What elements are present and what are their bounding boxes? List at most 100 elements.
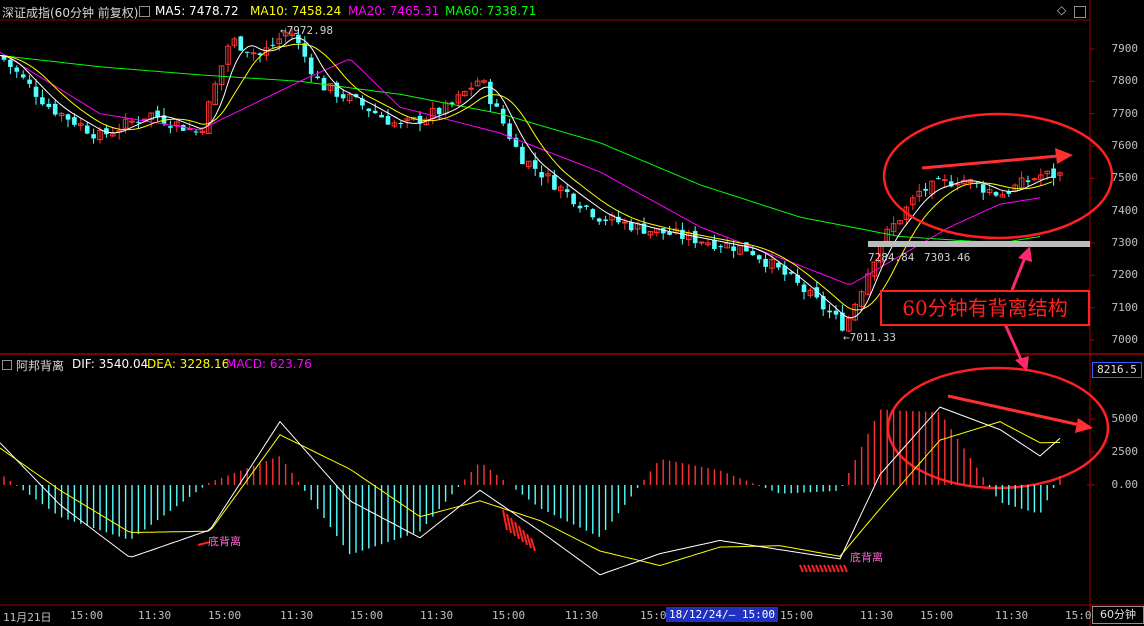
time-tick-label: 11:30 xyxy=(280,609,314,622)
candle-body-down xyxy=(488,81,493,105)
candle-body-down xyxy=(84,125,90,134)
indicator-name-label: 阿邦背离 xyxy=(16,359,65,373)
divergence-hatch xyxy=(835,564,840,573)
divergence-hatch xyxy=(827,564,832,573)
candle-body-down xyxy=(72,117,77,125)
time-tick-label: 15:00 xyxy=(350,609,384,622)
crosshair-time-label: 18/12/24/— 15:00 xyxy=(666,607,778,622)
divergence-hatch xyxy=(526,533,532,549)
candle-body-down xyxy=(577,205,583,209)
candle-body-down xyxy=(1025,180,1031,182)
candle-body-down xyxy=(244,51,250,53)
symbol-title: 深证成指(60分钟 前复权) xyxy=(2,6,139,20)
candle-body-down xyxy=(500,108,506,124)
candle-body-down xyxy=(46,103,52,108)
ma5-line xyxy=(0,37,1053,319)
dea-value: DEA: 3228.16 xyxy=(147,357,230,371)
dif-line xyxy=(0,406,1061,576)
high-value: 7972.98 xyxy=(286,24,333,37)
candle-body-down xyxy=(379,114,384,118)
high-label: ←7972.98 xyxy=(280,24,333,37)
candle-body-down xyxy=(494,103,500,107)
bottom-divergence-label-2: 底背离 xyxy=(850,551,883,564)
price-trend-arrow-head xyxy=(1055,148,1073,164)
divergence-hatch xyxy=(799,564,804,573)
price-tick-label: 7800 xyxy=(1111,74,1139,88)
macd-value: MACD: 623.76 xyxy=(226,357,312,371)
diamond-icon[interactable]: ◇ xyxy=(1057,3,1066,17)
callout-arrow-up-line xyxy=(1010,254,1028,291)
ma5-value: MA5: 7478.72 xyxy=(155,4,239,18)
candle-body-down xyxy=(168,126,173,128)
candle-body-up xyxy=(698,241,705,244)
divergence-hatch xyxy=(823,564,828,573)
candle-body-down xyxy=(136,121,141,123)
candle-body-down xyxy=(731,246,736,252)
divergence-ellipse-price xyxy=(882,112,1114,240)
candle-body-down xyxy=(340,94,346,99)
time-tick-label: 15:00 xyxy=(70,609,104,622)
candle-body-down xyxy=(91,134,96,139)
time-tick-label: 11:30 xyxy=(420,609,454,622)
candle-body-down xyxy=(52,103,58,115)
period-button[interactable]: 60分钟 xyxy=(1092,606,1144,624)
time-tick-label: 11:30 xyxy=(138,609,172,622)
candle-body-up xyxy=(468,87,474,90)
candle-body-down xyxy=(372,110,378,114)
price-tick-label: 7600 xyxy=(1111,139,1139,152)
divergence-hatch xyxy=(819,564,824,573)
time-tick-label: 15:0 xyxy=(640,609,667,622)
candle-body-down xyxy=(193,131,199,133)
settings-icon[interactable] xyxy=(139,6,150,17)
callout-arrow-up-head xyxy=(1018,246,1032,262)
price-tick-label: 7300 xyxy=(1111,236,1139,249)
candle-body-down xyxy=(155,110,160,118)
candle-body-up xyxy=(954,183,961,186)
divergence-hatch xyxy=(843,564,848,573)
candle-body-down xyxy=(532,160,538,169)
divergence-hatch xyxy=(807,564,812,573)
candle-body-down xyxy=(827,310,832,313)
candle-body-down xyxy=(539,172,544,178)
time-tick-label: 11:30 xyxy=(995,609,1029,622)
bottom-divergence-label-1: 底背离 xyxy=(208,535,241,548)
indicator-settings-icon[interactable] xyxy=(2,360,12,370)
candle-body-up xyxy=(1031,178,1038,181)
indicator-tick-label: 0.00 xyxy=(1111,478,1139,491)
candle-body-down xyxy=(1051,168,1056,179)
time-tick-label: 11月21日 xyxy=(3,611,52,624)
divergence-hatch xyxy=(831,564,836,573)
divergence-hatch xyxy=(510,517,516,537)
candle-body-down xyxy=(718,246,724,248)
candle-body-down xyxy=(763,258,768,267)
candle-body-down xyxy=(993,192,999,196)
support-bar xyxy=(868,241,1090,247)
ma20-value: MA20: 7465.31 xyxy=(348,4,440,18)
time-tick-label: 15:00 xyxy=(492,609,526,622)
candle-body-down xyxy=(584,205,589,207)
time-tick-label: 15:00 xyxy=(920,609,954,622)
candle-body-down xyxy=(776,262,781,268)
candle-body-up xyxy=(250,52,257,55)
candle-body-down xyxy=(436,107,442,115)
candle-body-down xyxy=(33,86,39,97)
candle-body-down xyxy=(552,175,557,190)
price-tick-label: 7000 xyxy=(1111,333,1139,346)
price-trend-arrow-line xyxy=(921,154,1059,170)
divergence-hatch xyxy=(530,537,536,552)
mid-right-label: 7303.46 xyxy=(924,251,971,264)
candle-body-down xyxy=(667,232,672,235)
ma60-value: MA60: 7338.71 xyxy=(445,4,537,18)
mid-left-label: 7284.84 xyxy=(868,251,915,264)
price-tick-label: 7500 xyxy=(1111,171,1139,185)
divergence-hatch xyxy=(815,564,820,573)
candle-body-down xyxy=(750,251,756,256)
candle-body-down xyxy=(308,57,314,75)
candle-body-down xyxy=(238,36,244,51)
divergence-hatch xyxy=(502,509,508,531)
divergence-callout: 60分钟有背离结构 xyxy=(880,290,1090,326)
indicator-tick-label: 5000 xyxy=(1111,412,1139,425)
time-tick-label: 15:00 xyxy=(208,609,242,622)
window-toggle-icon[interactable] xyxy=(1074,6,1086,18)
candle-body-down xyxy=(40,97,45,105)
